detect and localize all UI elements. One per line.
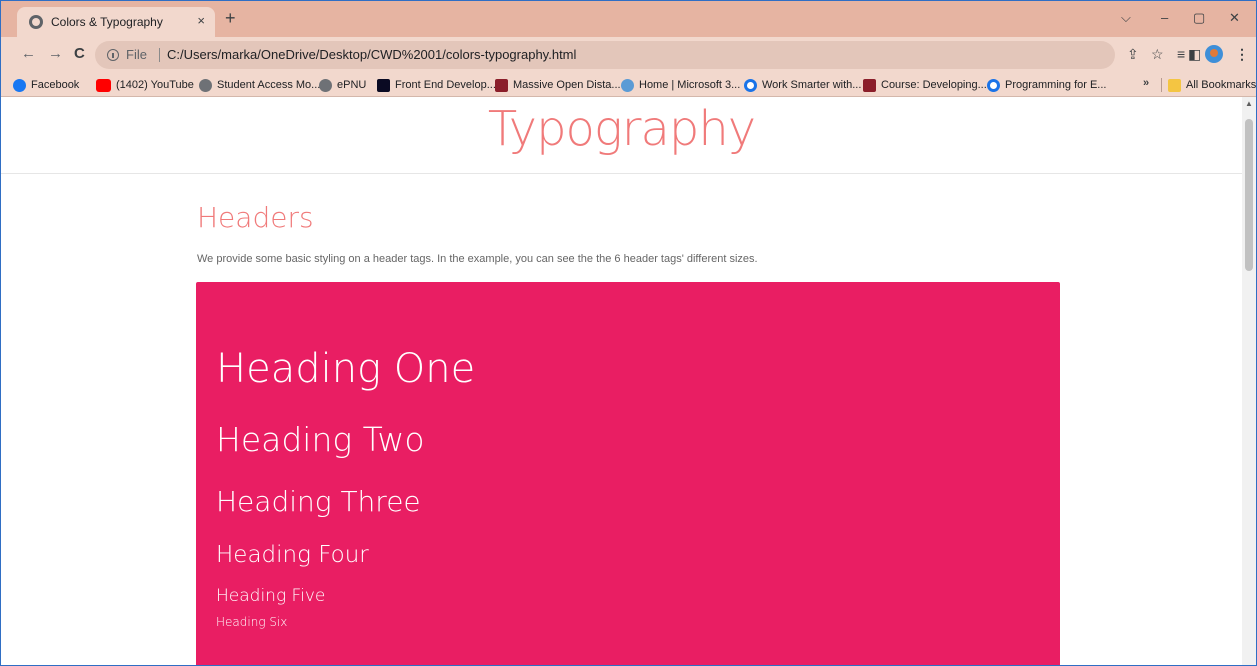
g-icon [744, 78, 757, 92]
bookmark-epnu[interactable]: ePNU [319, 77, 366, 93]
bookmark-facebook[interactable]: Facebook [13, 77, 79, 93]
headings-demo-panel: Heading One Heading Two Heading Three He… [196, 282, 1060, 665]
bookmark-label: Student Access Mo... [217, 79, 321, 91]
browser-window: Colors & Typography × + ⌵ – ▢ ✕ ← → C Fi… [0, 0, 1257, 666]
heading-three: Heading Three [216, 485, 421, 518]
page-viewport: Typography Headers We provide some basic… [1, 97, 1242, 665]
freecodecamp-icon [377, 78, 390, 92]
divider [1161, 78, 1162, 92]
bookmark-label: ePNU [337, 79, 367, 91]
bookmark-label: Facebook [31, 79, 80, 91]
url-text[interactable]: C:/Users/marka/OneDrive/Desktop/CWD%2001… [167, 47, 576, 62]
browser-toolbar: ← → C File C:/Users/marka/OneDrive/Deskt… [1, 37, 1256, 73]
bookmark-microsoft[interactable]: Home | Microsoft 3... [621, 77, 740, 93]
scroll-up-arrow-icon[interactable]: ▲ [1245, 100, 1253, 108]
bookmark-label: Massive Open Dista... [513, 79, 621, 91]
divider [159, 48, 160, 62]
bookmark-youtube[interactable]: (1402) YouTube [96, 77, 194, 93]
tab-search-icon[interactable]: ⌵ [1121, 11, 1131, 25]
microsoft-icon [621, 78, 634, 92]
bookmark-programming[interactable]: Programming for E... [987, 77, 1106, 93]
globe-icon [199, 78, 212, 92]
bookmark-front-end[interactable]: Front End Develop... [377, 77, 496, 93]
bookmarks-overflow-button[interactable]: » [1143, 77, 1149, 89]
tab-strip: Colors & Typography × + ⌵ – ▢ ✕ [1, 1, 1256, 37]
all-bookmarks-button[interactable]: All Bookmarks [1168, 77, 1256, 93]
bookmark-student-access[interactable]: Student Access Mo... [199, 77, 320, 93]
heading-two: Heading Two [216, 420, 425, 459]
address-bar[interactable]: File C:/Users/marka/OneDrive/Desktop/CWD… [95, 41, 1115, 69]
tab-title: Colors & Typography [51, 15, 163, 29]
back-button[interactable]: ← [21, 46, 36, 62]
bookmark-label: All Bookmarks [1186, 79, 1257, 91]
bookmark-label: Work Smarter with... [762, 79, 862, 91]
profile-avatar[interactable] [1205, 45, 1223, 63]
star-icon[interactable]: ☆ [1151, 47, 1164, 61]
vertical-scrollbar[interactable]: ▲ [1242, 97, 1256, 665]
bookmark-course[interactable]: Course: Developing... [863, 77, 987, 93]
divider [1, 173, 1242, 174]
share-icon[interactable]: ⇪ [1127, 47, 1139, 61]
facebook-icon [13, 78, 26, 92]
bookmark-massive-open[interactable]: Massive Open Dista... [495, 77, 621, 93]
section-description: We provide some basic styling on a heade… [197, 253, 758, 265]
bookmark-label: Home | Microsoft 3... [639, 79, 741, 91]
section-title: Headers [197, 201, 314, 234]
m-icon [863, 78, 876, 92]
folder-icon [1168, 78, 1181, 92]
new-tab-button[interactable]: + [225, 9, 236, 27]
minimize-button[interactable]: – [1161, 11, 1168, 25]
heading-four: Heading Four [216, 542, 369, 568]
youtube-icon [96, 78, 111, 92]
close-window-button[interactable]: ✕ [1229, 11, 1240, 25]
side-panel-icon[interactable]: ◧ [1188, 47, 1201, 61]
forward-button[interactable]: → [48, 46, 63, 62]
bookmark-label: Course: Developing... [881, 79, 987, 91]
reload-button[interactable]: C [74, 46, 85, 62]
bookmark-label: Programming for E... [1005, 79, 1107, 91]
close-tab-icon[interactable]: × [197, 13, 205, 29]
reading-list-icon[interactable]: ≡ [1177, 47, 1185, 61]
menu-icon[interactable]: ⋮ [1235, 47, 1249, 61]
bookmark-work-smarter[interactable]: Work Smarter with... [744, 77, 861, 93]
bookmark-label: Front End Develop... [395, 79, 496, 91]
heading-six: Heading Six [216, 615, 288, 629]
heading-five: Heading Five [216, 586, 326, 606]
tab-colors-typography[interactable]: Colors & Typography × [17, 7, 215, 37]
bookmarks-bar: Facebook (1402) YouTube Student Access M… [1, 73, 1256, 97]
globe-icon [29, 15, 43, 29]
info-icon[interactable] [107, 49, 119, 61]
m-icon [495, 78, 508, 92]
maximize-button[interactable]: ▢ [1193, 11, 1205, 25]
g-icon [987, 78, 1000, 92]
url-scheme: File [126, 47, 147, 62]
globe-icon [319, 78, 332, 92]
bookmark-label: (1402) YouTube [116, 79, 194, 91]
page-title: Typography [487, 101, 756, 157]
heading-one: Heading One [216, 346, 476, 392]
scroll-thumb[interactable] [1245, 119, 1253, 271]
